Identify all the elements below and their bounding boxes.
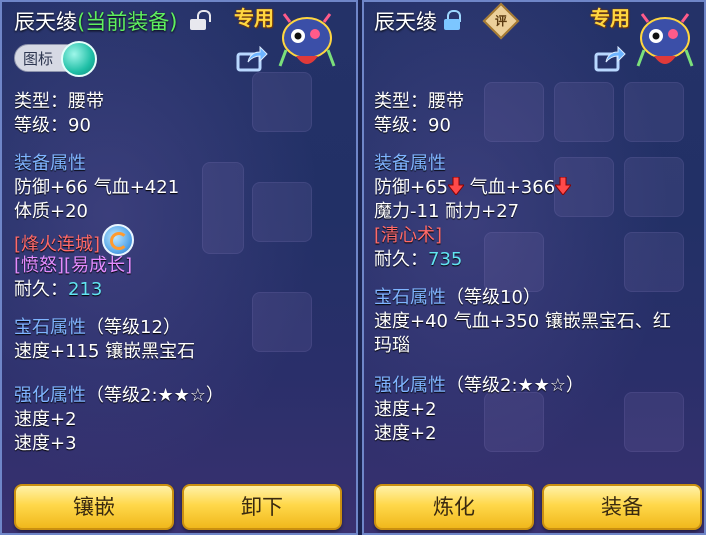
unequip-button[interactable]: 卸下 bbox=[182, 484, 342, 530]
exclusive-tag: 专用 bbox=[590, 6, 630, 30]
down-arrow-icon bbox=[555, 177, 572, 195]
item-name: 辰天绫 bbox=[374, 10, 437, 34]
enhance-attributes-header: 强化属性（等级2:★★☆） bbox=[374, 374, 671, 398]
review-label: 评 bbox=[494, 14, 507, 28]
attribute-line: 防御+65 气血+366 bbox=[374, 176, 671, 200]
background-slot bbox=[252, 182, 312, 242]
hp-value: 气血+366 bbox=[464, 177, 556, 198]
background-slot bbox=[252, 72, 312, 132]
toggle-knob bbox=[61, 41, 97, 77]
equipment-attributes-header: 装备属性 bbox=[374, 153, 446, 174]
gem-level: （等级12） bbox=[86, 317, 181, 338]
background-slot bbox=[252, 292, 312, 352]
special-effect: [烽火连城] bbox=[14, 234, 101, 255]
inlay-button[interactable]: 镶嵌 bbox=[14, 484, 174, 530]
equipment-attributes-header: 装备属性 bbox=[14, 153, 86, 174]
attribute-line: 防御+66 气血+421 bbox=[14, 177, 180, 198]
durability-value: 735 bbox=[428, 249, 463, 270]
enhance-line: 速度+2 bbox=[374, 423, 437, 444]
special-skills: [愤怒][易成长] bbox=[14, 255, 133, 276]
durability-label: 耐久： bbox=[14, 279, 68, 300]
gem-attributes-header: 宝石属性（等级12） bbox=[14, 316, 224, 340]
enhance-header: 强化属性 bbox=[374, 375, 446, 396]
item-type: 类型：腰带 bbox=[14, 91, 104, 112]
gem-line: 玛瑙 bbox=[374, 335, 410, 356]
durability-label: 耐久： bbox=[374, 249, 428, 270]
item-stats: 类型：腰带 等级：90 装备属性 防御+66 气血+421 体质+20 [烽火连… bbox=[14, 90, 224, 456]
item-title: 辰天绫(当前装备) bbox=[14, 6, 177, 36]
enhance-level: （等级2:★★☆） bbox=[446, 375, 584, 396]
icon-toggle[interactable]: 图标 bbox=[14, 41, 97, 77]
mascot-icon bbox=[278, 13, 336, 67]
gem-attributes-header: 宝石属性（等级10） bbox=[374, 286, 671, 310]
gem-header: 宝石属性 bbox=[14, 317, 86, 338]
unlocked-lock-icon[interactable] bbox=[190, 10, 211, 30]
durability-line: 耐久：735 bbox=[374, 248, 671, 272]
refresh-icon[interactable] bbox=[102, 224, 135, 256]
icon-toggle-label: 图标 bbox=[23, 50, 54, 68]
locked-lock-icon[interactable] bbox=[444, 10, 462, 30]
enhance-header: 强化属性 bbox=[14, 385, 86, 406]
item-detail-panel-compare: 辰天绫 评 专用 类型：腰带 等级：90 装备属性 防御+65 气血+366 魔… bbox=[362, 0, 706, 535]
gem-line: 速度+115 镶嵌黑宝石 bbox=[14, 341, 196, 362]
gem-level: （等级10） bbox=[446, 287, 541, 308]
down-arrow-icon bbox=[448, 177, 464, 195]
share-icon[interactable] bbox=[594, 46, 626, 72]
gem-line: 速度+40 气血+350 镶嵌黑宝石、红 bbox=[374, 311, 671, 332]
enhance-line: 速度+2 bbox=[14, 409, 77, 430]
durability-value: 213 bbox=[68, 279, 103, 300]
attribute-line: 魔力-11 耐力+27 bbox=[374, 201, 520, 222]
equipped-label: (当前装备) bbox=[77, 10, 178, 34]
gem-header: 宝石属性 bbox=[374, 287, 446, 308]
special-effect: [清心术] bbox=[374, 225, 443, 246]
review-icon[interactable]: 评 bbox=[482, 2, 520, 40]
item-title: 辰天绫 bbox=[374, 6, 437, 36]
attribute-line: 体质+20 bbox=[14, 201, 88, 222]
enhance-attributes-header: 强化属性（等级2:★★☆） bbox=[14, 384, 224, 408]
equip-button[interactable]: 装备 bbox=[542, 484, 702, 530]
item-name: 辰天绫 bbox=[14, 10, 77, 34]
exclusive-tag: 专用 bbox=[234, 6, 274, 30]
durability-line: 耐久：213 bbox=[14, 278, 224, 302]
mascot-icon bbox=[636, 13, 694, 67]
item-level: 等级：90 bbox=[374, 115, 451, 136]
enhance-level: （等级2:★★☆） bbox=[86, 385, 224, 406]
enhance-line: 速度+2 bbox=[374, 399, 437, 420]
item-type: 类型：腰带 bbox=[374, 91, 464, 112]
enhance-line: 速度+3 bbox=[14, 433, 77, 454]
special-effect-line: [烽火连城] bbox=[14, 224, 224, 256]
item-level: 等级：90 bbox=[14, 115, 91, 136]
item-stats: 类型：腰带 等级：90 装备属性 防御+65 气血+366 魔力-11 耐力+2… bbox=[374, 90, 671, 446]
share-icon[interactable] bbox=[236, 46, 268, 72]
item-detail-panel-current: 辰天绫(当前装备) 专用 图标 类型：腰带 等级：90 装备属性 防御+66 气… bbox=[0, 0, 358, 535]
defense-value: 防御+65 bbox=[374, 177, 448, 198]
refine-button[interactable]: 炼化 bbox=[374, 484, 534, 530]
